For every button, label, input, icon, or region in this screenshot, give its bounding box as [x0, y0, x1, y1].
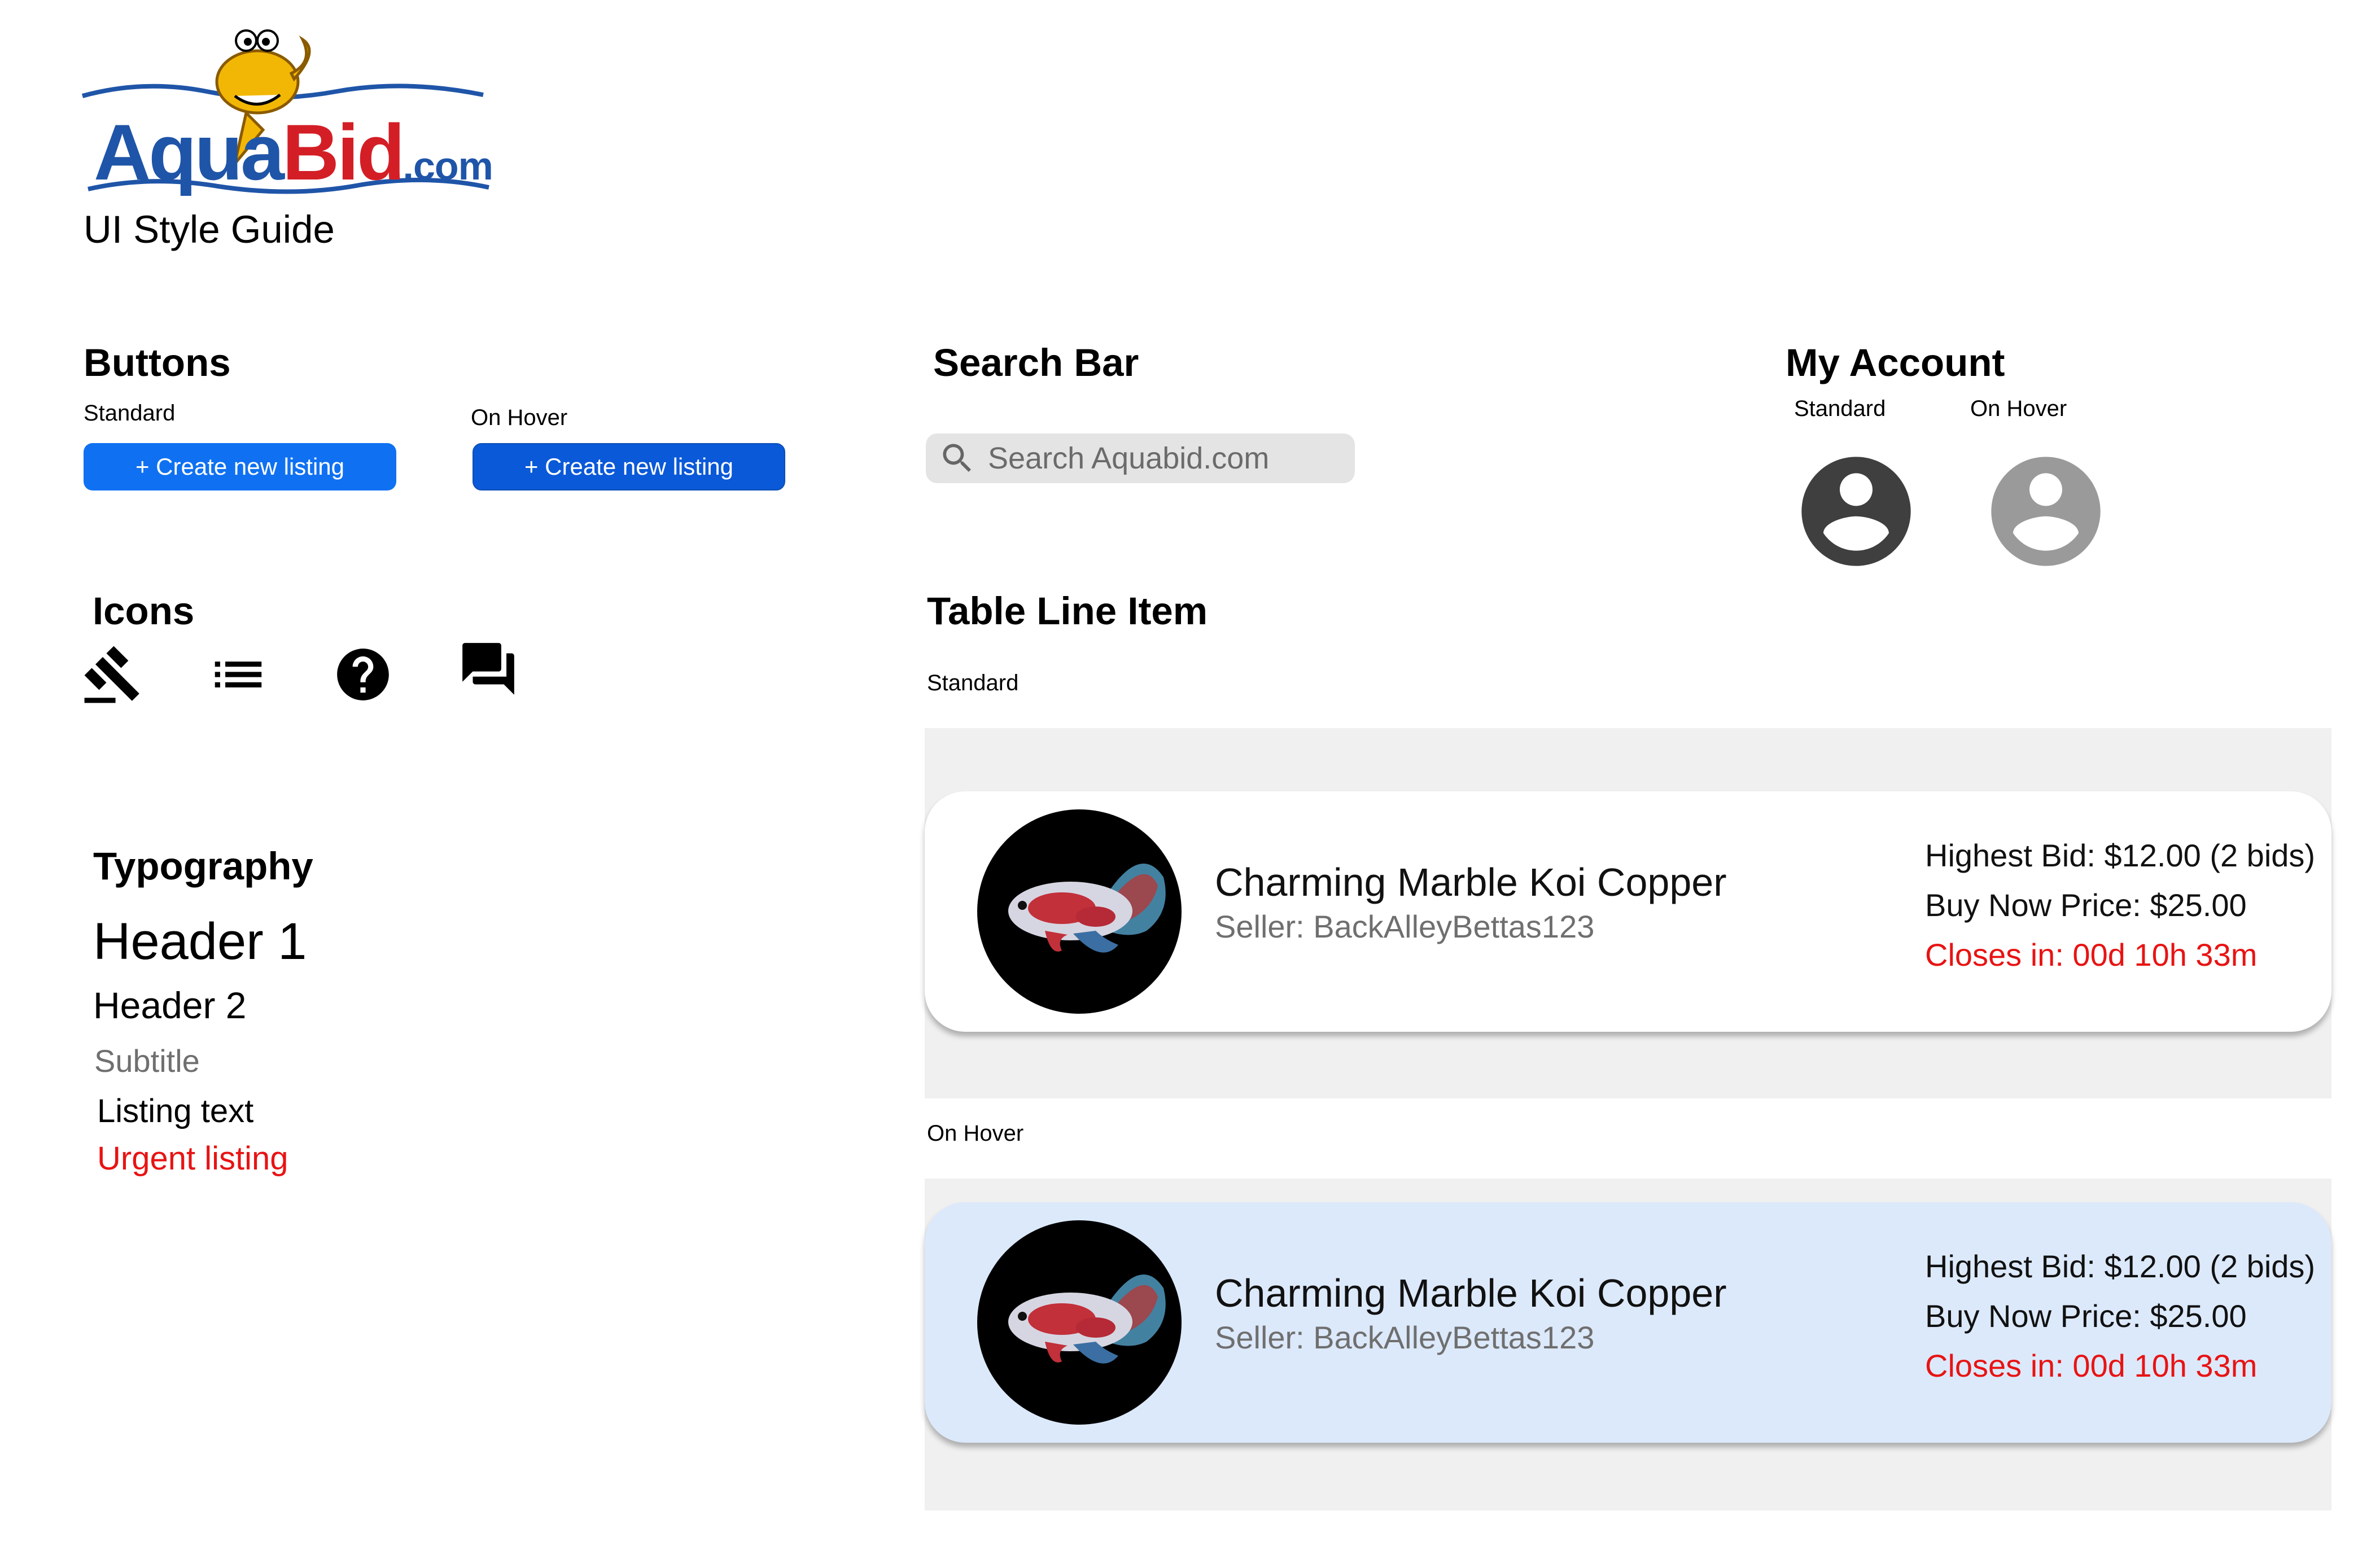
table-hover-label: On Hover — [927, 1121, 1024, 1146]
forum-icon[interactable] — [457, 638, 519, 700]
logo-wordmark: AquaBid.com — [94, 108, 493, 196]
listing-highest-bid: Highest Bid: $12.00 (2 bids) — [1925, 838, 2316, 873]
table-line-item-hover[interactable]: Charming Marble Koi Copper Seller: BackA… — [925, 1202, 2331, 1443]
listing-closes-in: Closes in: 00d 10h 33m — [1925, 937, 2258, 973]
button-standard-label: Standard — [84, 401, 176, 426]
listing-title[interactable]: Charming Marble Koi Copper — [1215, 862, 1727, 902]
header1-sample: Header 1 — [93, 913, 307, 970]
fish-thumbnail — [977, 1220, 1182, 1425]
account-circle-icon-hover[interactable] — [1980, 446, 2111, 577]
listing-seller[interactable]: Seller: BackAlleyBettas123 — [1215, 911, 1594, 943]
fish-thumbnail — [977, 809, 1182, 1014]
gavel-icon[interactable] — [82, 643, 144, 706]
button-hover-label: On Hover — [471, 405, 568, 430]
buttons-section-title: Buttons — [84, 341, 231, 384]
table-section-title: Table Line Item — [927, 589, 1208, 633]
search-bar[interactable] — [926, 433, 1355, 483]
typography-section-title: Typography — [93, 844, 313, 888]
list-icon[interactable] — [207, 643, 269, 706]
subtitle-sample: Subtitle — [94, 1043, 200, 1079]
account-standard-label: Standard — [1794, 396, 1886, 421]
listing-buy-now-price: Buy Now Price: $25.00 — [1925, 887, 2247, 923]
help-icon[interactable] — [332, 643, 394, 706]
listing-seller[interactable]: Seller: BackAlleyBettas123 — [1215, 1322, 1594, 1354]
create-listing-button[interactable]: + Create new listing — [84, 443, 396, 490]
listing-buy-now-price: Buy Now Price: $25.00 — [1925, 1298, 2247, 1334]
listing-closes-in: Closes in: 00d 10h 33m — [1925, 1348, 2258, 1383]
urgent-listing-sample: Urgent listing — [97, 1140, 288, 1177]
search-section-title: Search Bar — [933, 341, 1139, 384]
icons-section-title: Icons — [93, 589, 195, 633]
account-circle-icon[interactable] — [1791, 446, 1922, 577]
account-hover-label: On Hover — [1970, 396, 2067, 421]
create-listing-button-hover[interactable]: + Create new listing — [473, 443, 785, 490]
search-input[interactable] — [987, 440, 1339, 476]
listing-text-sample: Listing text — [97, 1093, 254, 1129]
table-standard-label: Standard — [927, 671, 1019, 695]
listing-highest-bid: Highest Bid: $12.00 (2 bids) — [1925, 1249, 2316, 1284]
listing-title[interactable]: Charming Marble Koi Copper — [1215, 1273, 1727, 1313]
search-icon — [943, 444, 972, 472]
account-section-title: My Account — [1786, 341, 2005, 384]
table-line-item[interactable]: Charming Marble Koi Copper Seller: BackA… — [925, 791, 2331, 1032]
page-title: UI Style Guide — [84, 208, 335, 251]
header2-sample: Header 2 — [93, 984, 247, 1026]
aquabid-logo: AquaBid.com — [77, 28, 506, 198]
